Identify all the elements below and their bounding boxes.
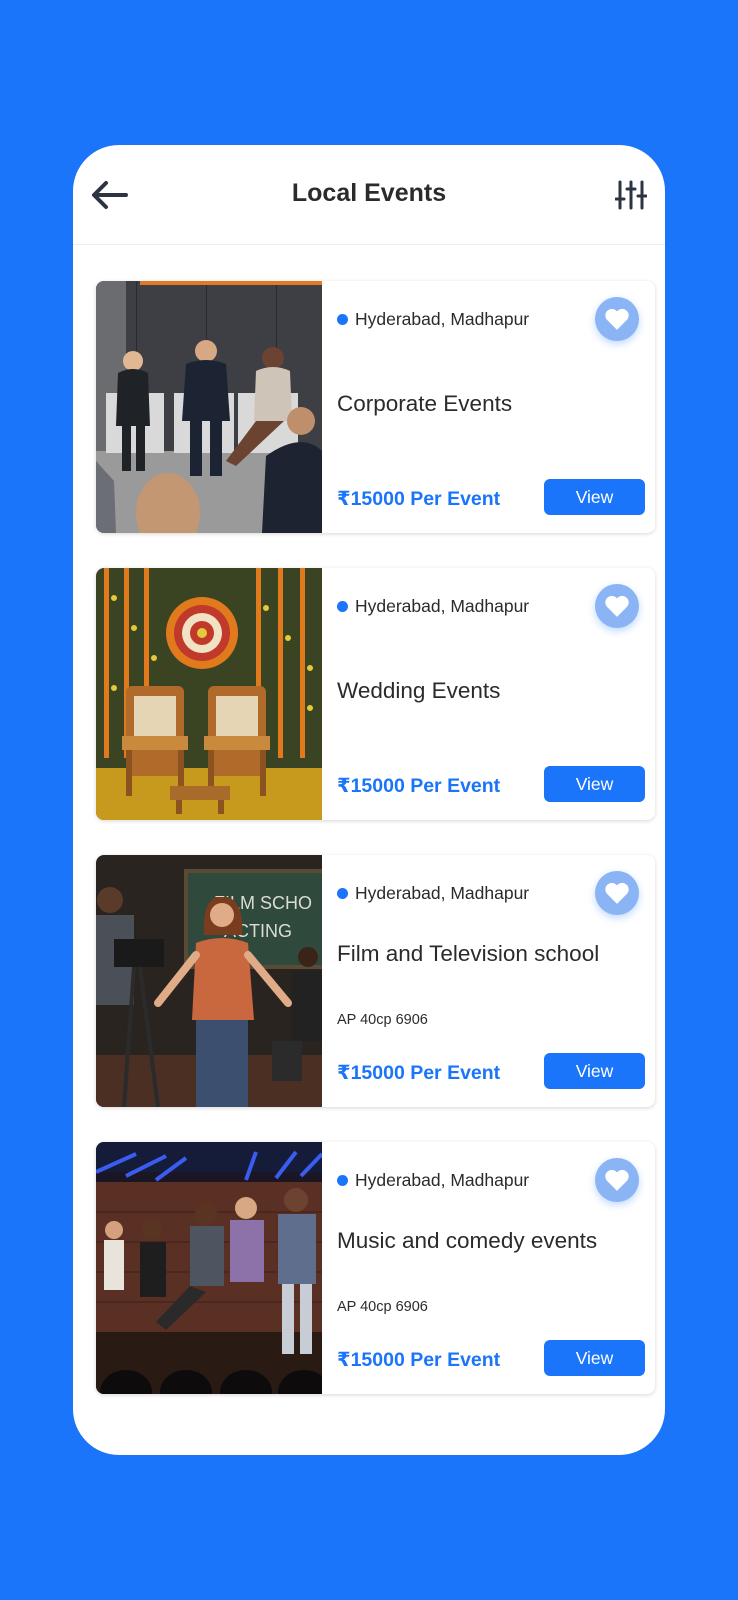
- phone-screen: Local Events Hyderabad, Madhapur Corpora…: [73, 145, 665, 1455]
- event-image: [96, 1142, 322, 1394]
- event-card[interactable]: FILM SCHO ACTING Hyderabad, Madhapur Fil…: [96, 855, 655, 1107]
- event-title: Corporate Events: [337, 391, 513, 416]
- location: Hyderabad, Madhapur: [337, 883, 529, 904]
- event-card[interactable]: Hyderabad, Madhapur Wedding Events ₹1500…: [96, 568, 655, 820]
- location: Hyderabad, Madhapur: [337, 1170, 529, 1191]
- filter-button[interactable]: [611, 175, 651, 215]
- event-image: FILM SCHO ACTING: [96, 855, 322, 1107]
- location-text: Hyderabad, Madhapur: [355, 883, 530, 903]
- favorite-button[interactable]: [595, 871, 639, 915]
- event-code: AP 40cp 6906: [337, 1299, 428, 1315]
- location-text: Hyderabad, Madhapur: [355, 596, 530, 616]
- event-price: ₹15000 Per Event: [337, 488, 501, 510]
- favorite-button[interactable]: [595, 1158, 639, 1202]
- event-image: [96, 568, 322, 820]
- event-title: Wedding Events: [337, 678, 501, 703]
- page-title: Local Events: [291, 179, 447, 207]
- event-price: ₹15000 Per Event: [337, 1349, 501, 1371]
- heart-icon: [605, 882, 629, 904]
- location-dot-icon: [337, 888, 348, 899]
- event-price: ₹15000 Per Event: [337, 775, 501, 797]
- event-image: [96, 281, 322, 533]
- event-card[interactable]: Hyderabad, Madhapur Corporate Events ₹15…: [96, 281, 655, 533]
- location-dot-icon: [337, 314, 348, 325]
- event-title: Music and comedy events: [337, 1228, 598, 1253]
- event-price: ₹15000 Per Event: [337, 1062, 501, 1084]
- location: Hyderabad, Madhapur: [337, 309, 529, 330]
- favorite-button[interactable]: [595, 584, 639, 628]
- location-dot-icon: [337, 1175, 348, 1186]
- event-card[interactable]: Hyderabad, Madhapur Music and comedy eve…: [96, 1142, 655, 1394]
- view-button[interactable]: View: [544, 479, 645, 515]
- location-text: Hyderabad, Madhapur: [355, 309, 530, 329]
- view-button[interactable]: View: [544, 1340, 645, 1376]
- view-button[interactable]: View: [544, 766, 645, 802]
- favorite-button[interactable]: [595, 297, 639, 341]
- heart-icon: [605, 1169, 629, 1191]
- view-button[interactable]: View: [544, 1053, 645, 1089]
- event-title: Film and Television school: [337, 941, 600, 966]
- app-header: Local Events: [73, 145, 665, 245]
- heart-icon: [605, 308, 629, 330]
- sliders-icon: [615, 180, 647, 210]
- heart-icon: [605, 595, 629, 617]
- location: Hyderabad, Madhapur: [337, 596, 529, 617]
- event-code: AP 40cp 6906: [337, 1012, 428, 1028]
- location-dot-icon: [337, 601, 348, 612]
- location-text: Hyderabad, Madhapur: [355, 1170, 530, 1190]
